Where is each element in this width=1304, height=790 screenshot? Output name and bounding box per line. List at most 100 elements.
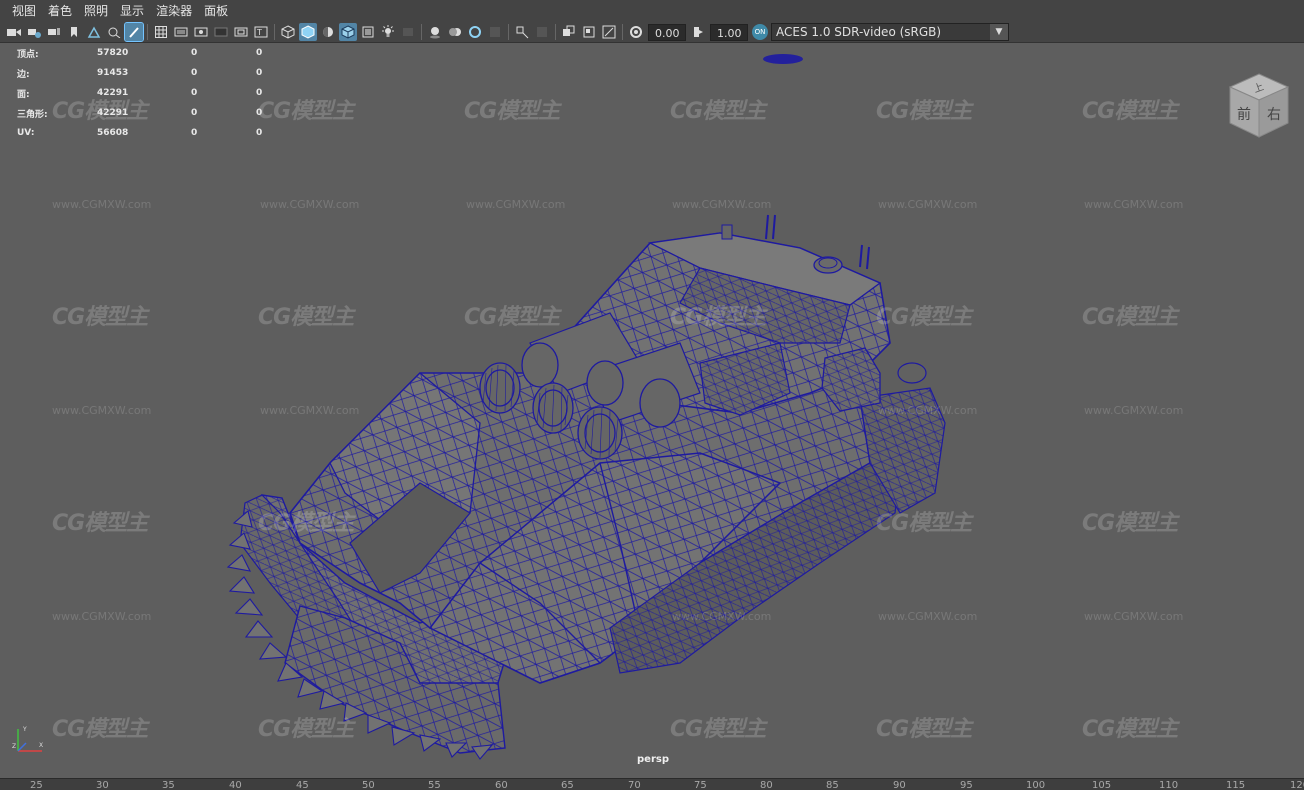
time-slider[interactable]: 25 30 35 40 45 50 55 60 65 70 75 80 85 9… <box>0 778 1304 790</box>
hud-value: 91453 <box>97 68 129 78</box>
xray-active-icon[interactable] <box>533 23 551 41</box>
timeline-tick: 110 <box>1159 780 1179 790</box>
view-cube-right-label: 右 <box>1267 107 1281 123</box>
timeline-tick: 65 <box>561 780 574 790</box>
menu-renderer[interactable]: 渲染器 <box>150 0 198 22</box>
timeline-tick: 25 <box>30 780 43 790</box>
z-axis-label: Z <box>12 743 16 750</box>
hud-row-triangles: 三角形: 42291 0 0 <box>17 103 286 123</box>
smooth-shade-icon[interactable] <box>299 23 317 41</box>
menu-panels[interactable]: 面板 <box>198 0 234 22</box>
timeline-tick: 120 <box>1290 780 1304 790</box>
backface-culling-icon[interactable] <box>580 23 598 41</box>
xray-icon[interactable] <box>359 23 377 41</box>
hud-value: 57820 <box>97 48 129 58</box>
motion-blur-icon[interactable] <box>446 23 464 41</box>
hud-value: 0 <box>191 88 198 98</box>
floating-object <box>763 54 803 64</box>
timeline-tick: 55 <box>428 780 441 790</box>
z-axis-line <box>17 742 27 752</box>
exposure-input[interactable]: 0.00 <box>648 23 686 41</box>
lights-icon[interactable] <box>379 23 397 41</box>
hud-value: 0 <box>256 128 263 138</box>
axis-gizmo: Y X Z <box>12 726 43 752</box>
hud-value: 0 <box>256 88 263 98</box>
color-management-toggle[interactable]: ON <box>752 24 768 40</box>
bookmark-icon[interactable] <box>65 23 83 41</box>
wireframe-icon[interactable] <box>279 23 297 41</box>
panel-menubar: 视图 着色 照明 显示 渲染器 面板 <box>0 0 1304 22</box>
grease-pencil-icon[interactable] <box>124 22 144 42</box>
toolbar-separator <box>508 24 509 40</box>
isolate-select-icon[interactable] <box>513 23 531 41</box>
toolbar-separator <box>622 24 623 40</box>
timeline-tick: 70 <box>628 780 641 790</box>
hud-value: 0 <box>191 48 198 58</box>
toolbar-separator <box>274 24 275 40</box>
menu-shading[interactable]: 着色 <box>42 0 78 22</box>
poly-count-hud: 顶点: 57820 0 0 边: 91453 0 0 面: 42291 0 0 … <box>17 43 286 143</box>
depth-of-field-icon[interactable] <box>486 23 504 41</box>
image-plane-icon[interactable] <box>85 23 103 41</box>
hud-value: 0 <box>256 68 263 78</box>
hud-label: 三角形: <box>17 109 48 120</box>
hud-value: 0 <box>191 68 198 78</box>
xray-joints-icon[interactable] <box>560 23 578 41</box>
timeline-tick: 105 <box>1092 780 1112 790</box>
timeline-tick: 45 <box>296 780 309 790</box>
view-transform-value: ACES 1.0 SDR-video (sRGB) <box>776 25 942 39</box>
perspective-viewport[interactable]: CG模型主 CG模型主 CG模型主 CG模型主 CG模型主 CG模型主 www.… <box>0 43 1304 778</box>
shadows-icon[interactable] <box>399 23 417 41</box>
timeline-tick: 95 <box>960 780 973 790</box>
resolution-gate-icon[interactable] <box>192 23 210 41</box>
two-d-pan-zoom-icon[interactable] <box>105 23 123 41</box>
hud-label: UV: <box>17 128 35 138</box>
camera-icon[interactable] <box>5 23 23 41</box>
camera-attributes-icon[interactable] <box>25 23 43 41</box>
hud-value: 0 <box>191 128 198 138</box>
timeline-tick: 60 <box>495 780 508 790</box>
tank-model-wireframe[interactable] <box>0 43 1304 778</box>
grid-icon[interactable] <box>152 23 170 41</box>
gamma-icon[interactable] <box>689 23 707 41</box>
hud-value: 42291 <box>97 88 129 98</box>
gamma-input[interactable]: 1.00 <box>710 23 748 41</box>
hud-value: 0 <box>256 108 263 118</box>
menu-show[interactable]: 显示 <box>114 0 150 22</box>
timeline-tick: 100 <box>1026 780 1046 790</box>
x-axis-label: X <box>39 742 43 749</box>
hud-label: 边: <box>17 69 30 80</box>
exposure-icon[interactable] <box>627 23 645 41</box>
hud-value: 42291 <box>97 108 129 118</box>
view-transform-dropdown[interactable]: ACES 1.0 SDR-video (sRGB) ▼ <box>771 23 1009 41</box>
film-gate-icon[interactable] <box>172 23 190 41</box>
view-cube[interactable]: 上 前 右 <box>1226 71 1292 141</box>
hud-label: 顶点: <box>17 49 39 60</box>
timeline-tick: 85 <box>826 780 839 790</box>
timeline-tick: 115 <box>1226 780 1246 790</box>
menu-lighting[interactable]: 照明 <box>78 0 114 22</box>
timeline-tick: 40 <box>229 780 242 790</box>
hud-row-faces: 面: 42291 0 0 <box>17 83 286 103</box>
camera-bookmark-icon[interactable] <box>45 23 63 41</box>
multisample-aa-icon[interactable] <box>466 23 484 41</box>
hud-value: 56608 <box>97 128 129 138</box>
safe-action-icon[interactable]: T <box>252 23 270 41</box>
toolbar-separator <box>555 24 556 40</box>
wireframe-on-shaded-icon[interactable] <box>339 23 357 41</box>
toolbar-separator <box>421 24 422 40</box>
screen-space-ao-icon[interactable] <box>426 23 444 41</box>
view-cube-front-label: 前 <box>1237 106 1251 123</box>
toolbar-separator <box>147 24 148 40</box>
default-material-icon[interactable] <box>319 23 337 41</box>
hud-value: 0 <box>191 108 198 118</box>
menu-view[interactable]: 视图 <box>6 0 42 22</box>
maya-viewport-window: 视图 着色 照明 显示 渲染器 面板 T 0.00 1.00 ON ACES 1… <box>0 0 1304 790</box>
timeline-tick: 50 <box>362 780 375 790</box>
hud-row-edges: 边: 91453 0 0 <box>17 63 286 83</box>
fit-all-icon[interactable] <box>600 23 618 41</box>
gate-mask-icon[interactable] <box>212 23 230 41</box>
timeline-tick: 90 <box>893 780 906 790</box>
timeline-tick: 35 <box>162 780 175 790</box>
field-chart-icon[interactable] <box>232 23 250 41</box>
